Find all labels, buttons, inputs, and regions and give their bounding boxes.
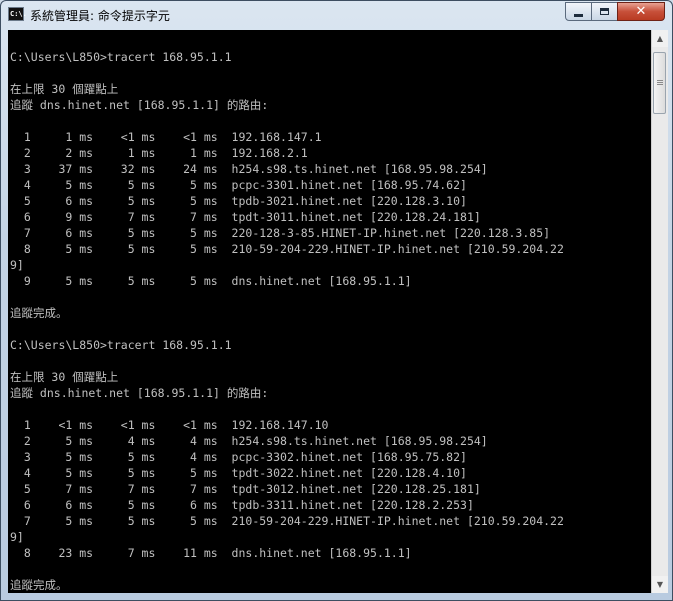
window-title: 系統管理員: 命令提示字元 — [30, 9, 170, 23]
console-line: 在上限 30 個躍點上 — [10, 370, 119, 384]
console-line: 6 6 ms 5 ms 6 ms tpdb-3311.hinet.net [22… — [10, 498, 474, 512]
cmd-app-icon[interactable]: C:\. — [8, 7, 27, 21]
title-bar[interactable]: C:\. 系統管理員: 命令提示字元 ✕ — [1, 1, 672, 29]
console-line: 4 5 ms 5 ms 5 ms tpdt-3022.hinet.net [22… — [10, 466, 467, 480]
scroll-up-button[interactable]: ▲ — [652, 30, 668, 47]
console-line: 9 5 ms 5 ms 5 ms dns.hinet.net [168.95.1… — [10, 274, 412, 288]
console-line: 7 5 ms 5 ms 5 ms 210-59-204-229.HINET-IP… — [10, 514, 564, 528]
console-line: 在上限 30 個躍點上 — [10, 82, 119, 96]
console-line: 1 1 ms <1 ms <1 ms 192.168.147.1 — [10, 130, 322, 144]
minimize-icon — [574, 13, 583, 17]
close-button[interactable]: ✕ — [617, 2, 665, 21]
console-line: 1 <1 ms <1 ms <1 ms 192.168.147.10 — [10, 418, 329, 432]
arrow-up-icon: ▲ — [656, 34, 664, 43]
console-line: 5 6 ms 5 ms 5 ms tpdb-3021.hinet.net [22… — [10, 194, 467, 208]
grip-line — [657, 80, 663, 81]
console-line: 7 6 ms 5 ms 5 ms 220-128-3-85.HINET-IP.h… — [10, 226, 551, 240]
console-line: 追蹤 dns.hinet.net [168.95.1.1] 的路由: — [10, 386, 269, 400]
console-line: 2 5 ms 4 ms 4 ms h254.s98.ts.hinet.net [… — [10, 434, 488, 448]
console-line: 8 23 ms 7 ms 11 ms dns.hinet.net [168.95… — [10, 546, 412, 560]
scroll-down-button[interactable]: ▼ — [652, 576, 668, 593]
maximize-button[interactable] — [591, 2, 618, 21]
console-line: C:\Users\L850>tracert 168.95.1.1 — [10, 50, 232, 64]
console-line: 5 7 ms 7 ms 7 ms tpdt-3012.hinet.net [22… — [10, 482, 481, 496]
command-prompt-window: C:\. 系統管理員: 命令提示字元 ✕ C:\Users\L850>trace… — [0, 0, 673, 601]
console-line: 9] — [10, 530, 24, 544]
console-line: 9] — [10, 258, 24, 272]
grip-line — [657, 82, 663, 83]
maximize-icon — [600, 8, 609, 15]
console-line: 6 9 ms 7 ms 7 ms tpdt-3011.hinet.net [22… — [10, 210, 481, 224]
grip-line — [657, 84, 663, 85]
scroll-thumb[interactable] — [653, 52, 666, 114]
vertical-scrollbar[interactable]: ▲ ▼ — [651, 30, 668, 593]
arrow-down-icon: ▼ — [656, 580, 664, 589]
minimize-button[interactable] — [565, 2, 592, 21]
console-line: 8 5 ms 5 ms 5 ms 210-59-204-229.HINET-IP… — [10, 242, 564, 256]
console-line: 3 37 ms 32 ms 24 ms h254.s98.ts.hinet.ne… — [10, 162, 488, 176]
console-output[interactable]: C:\Users\L850>tracert 168.95.1.1 在上限 30 個… — [8, 30, 651, 593]
console-line: 4 5 ms 5 ms 5 ms pcpc-3301.hinet.net [16… — [10, 178, 467, 192]
console-line: 追蹤完成。 — [10, 306, 68, 320]
console-line: 追蹤 dns.hinet.net [168.95.1.1] 的路由: — [10, 98, 269, 112]
console-line: 3 5 ms 5 ms 4 ms pcpc-3302.hinet.net [16… — [10, 450, 467, 464]
console-line: C:\Users\L850>tracert 168.95.1.1 — [10, 338, 232, 352]
close-icon: ✕ — [635, 3, 647, 19]
console-line: 2 2 ms 1 ms 1 ms 192.168.2.1 — [10, 146, 308, 160]
console-line: 追蹤完成。 — [10, 578, 68, 592]
